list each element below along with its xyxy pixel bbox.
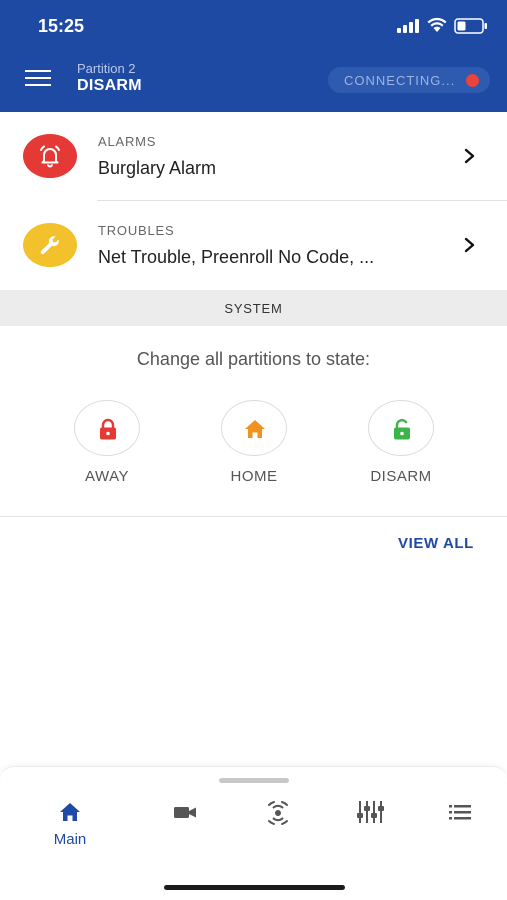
wifi-icon: [427, 17, 447, 32]
mixer-icon: [357, 801, 384, 823]
system-title: SYSTEM: [224, 301, 283, 316]
nav-camera-tab[interactable]: [150, 795, 220, 855]
home-label: HOME: [230, 468, 278, 485]
disarm-label: DISARM: [370, 468, 432, 485]
section-divider: [0, 516, 507, 517]
troubles-label: TROUBLES: [98, 223, 175, 238]
lock-closed-icon: [100, 418, 116, 440]
nav-mixer-tab[interactable]: [333, 795, 403, 855]
troubles-row[interactable]: TROUBLES Net Trouble, Preenroll No Code,…: [0, 201, 507, 289]
sensor-icon: [268, 801, 288, 825]
alarm-bell-icon: [40, 145, 60, 168]
chevron-right-icon: [464, 148, 475, 164]
nav-list-tab[interactable]: [425, 795, 495, 855]
cellular-signal-icon: [397, 19, 419, 33]
away-label: AWAY: [85, 468, 129, 485]
partition-state: DISARM: [77, 77, 142, 94]
trouble-icon-circle: [23, 223, 77, 267]
change-partitions-label: Change all partitions to state:: [136, 349, 371, 369]
connection-status-text: CONNECTING...: [344, 73, 456, 88]
status-time: 15:25: [38, 16, 85, 36]
alarm-icon-circle: [23, 134, 77, 178]
away-button[interactable]: [74, 400, 140, 456]
nav-sensor-tab[interactable]: [242, 795, 312, 855]
app-header: 15:25 Partition 2 DISARM CONNECTING...: [0, 0, 507, 112]
home-icon: [245, 420, 265, 438]
status-bar: 15:25: [0, 0, 507, 52]
troubles-value: Net Trouble, Preenroll No Code, ...: [98, 247, 375, 267]
hamburger-menu-icon[interactable]: [25, 70, 53, 92]
chevron-right-icon: [464, 237, 475, 253]
view-all-link[interactable]: VIEW ALL: [398, 535, 474, 552]
battery-icon: [454, 18, 487, 34]
home-icon: [60, 803, 80, 821]
lock-open-icon: [394, 419, 410, 440]
alarms-value: Burglary Alarm: [98, 158, 217, 178]
home-button[interactable]: [221, 400, 287, 456]
system-section-header: SYSTEM: [0, 290, 507, 326]
connection-status-badge[interactable]: CONNECTING...: [328, 67, 490, 93]
home-indicator: [164, 885, 345, 890]
alarms-label: ALARMS: [98, 134, 157, 149]
sheet-grabber[interactable]: [219, 778, 289, 783]
disarm-button[interactable]: [368, 400, 434, 456]
nav-main-tab[interactable]: Main: [35, 795, 105, 855]
partition-name: Partition 2: [77, 61, 136, 76]
wrench-icon: [40, 236, 59, 255]
nav-main-label: Main: [53, 831, 87, 848]
alarms-row[interactable]: ALARMS Burglary Alarm: [0, 112, 507, 200]
camera-icon: [174, 807, 196, 818]
connection-status-dot: [466, 74, 479, 87]
list-icon: [449, 805, 471, 820]
